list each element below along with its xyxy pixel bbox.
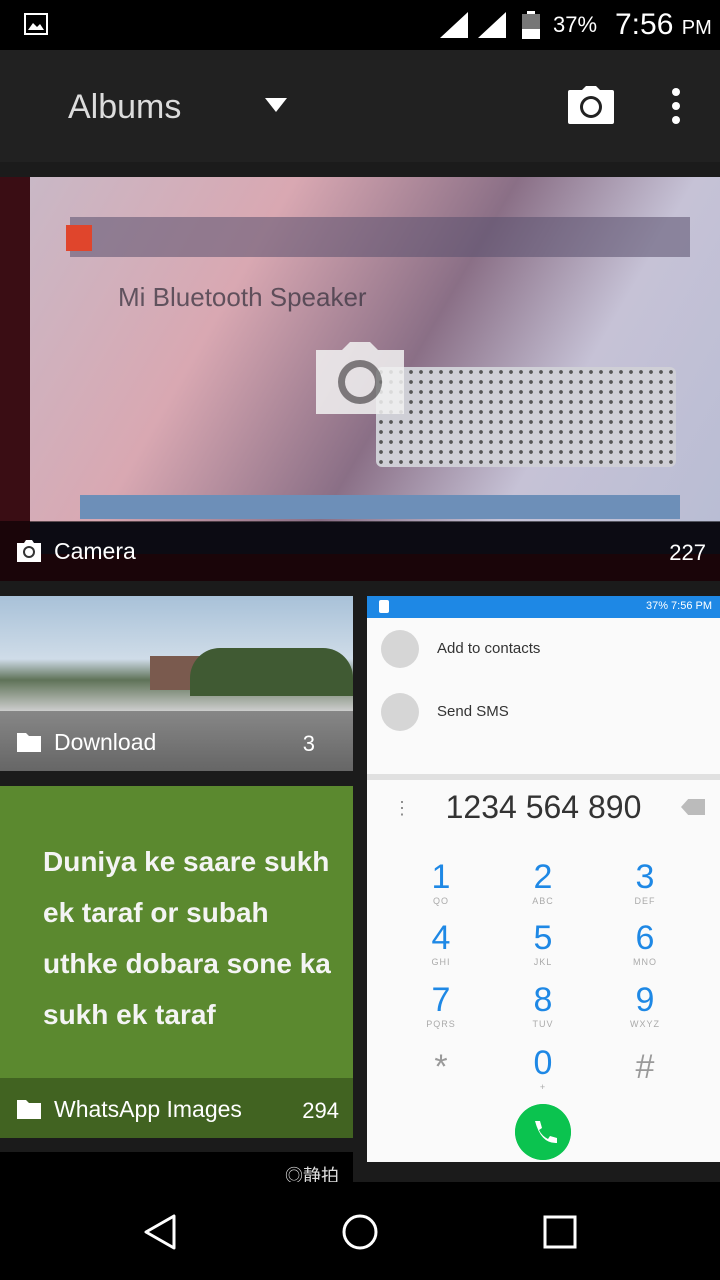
sms-icon xyxy=(381,693,419,731)
status-bar: 37% 7:56 PM xyxy=(0,0,720,50)
dial-key: 5 JKL xyxy=(533,919,553,967)
dialer-action-label: Send SMS xyxy=(437,703,509,720)
folder-icon xyxy=(17,1100,41,1119)
gallery-notification-icon xyxy=(24,13,48,35)
dial-key: * xyxy=(434,1048,448,1086)
album-tile-partial[interactable]: ◎静拍 xyxy=(0,1152,353,1182)
dial-key: 1 QO xyxy=(431,858,451,906)
recents-icon[interactable] xyxy=(540,1212,580,1252)
album-tile-camera[interactable]: Mi Bluetooth Speaker Camera 227 xyxy=(0,177,720,581)
add-contact-icon xyxy=(381,630,419,668)
album-name: WhatsApp Images xyxy=(54,1096,242,1122)
album-caption: Camera 227 xyxy=(0,521,720,581)
dialed-number: 1234 564 890 xyxy=(445,789,642,825)
signal-icon-sim2 xyxy=(478,12,506,38)
signal-icon-sim1 xyxy=(440,12,468,38)
album-tile-download[interactable]: Download 3 xyxy=(0,596,353,771)
thumbnail-quote-text: Duniya ke saare sukh ek taraf or subah u… xyxy=(43,846,331,1030)
thumbnail-heading: Mi Bluetooth Speaker xyxy=(118,282,367,312)
album-view-selector[interactable]: Albums xyxy=(68,88,181,127)
album-count: 3 xyxy=(302,731,315,756)
status-clock: 7:56 PM xyxy=(615,8,712,41)
dial-key: 4 GHI xyxy=(431,919,451,967)
dial-key: 6 MNO xyxy=(633,919,657,967)
battery-percentage: 37% xyxy=(553,12,598,37)
screenshot-thumbnail-dialer[interactable]: 37% 7:56 PM Add to contacts Send SMS ⋮ 1… xyxy=(367,596,720,1182)
album-count: 294 xyxy=(302,1098,339,1123)
dial-key: 0 + xyxy=(533,1044,553,1092)
dial-key: 2 ABC xyxy=(532,858,554,906)
mi-logo xyxy=(66,225,92,251)
action-bar: Albums xyxy=(0,50,720,162)
album-count: 227 xyxy=(669,540,706,565)
album-caption: WhatsApp Images 294 xyxy=(0,1078,353,1138)
camera-overlay-icon xyxy=(316,342,404,414)
more-vert-icon[interactable] xyxy=(666,86,686,126)
album-name: Camera xyxy=(54,538,136,564)
camera-icon xyxy=(17,540,41,562)
album-tile-whatsapp-images[interactable]: Duniya ke saare sukh ek taraf or subah u… xyxy=(0,786,353,1138)
folder-icon xyxy=(17,733,41,752)
battery-icon xyxy=(522,11,540,39)
dial-key: # xyxy=(635,1048,655,1086)
speaker-grille xyxy=(376,367,676,467)
dial-key: 3 DEF xyxy=(634,858,656,906)
dialer-action-label: Add to contacts xyxy=(437,640,541,657)
dial-key: 7 PQRS xyxy=(426,981,456,1029)
dial-key: 8 TUV xyxy=(532,981,554,1029)
dropdown-arrow-icon[interactable] xyxy=(265,98,287,112)
dialer-status-bar: 37% 7:56 PM xyxy=(367,596,720,618)
album-caption: Download 3 xyxy=(0,711,353,771)
call-icon xyxy=(515,1104,571,1160)
dial-key: 9 WXYZ xyxy=(630,981,660,1029)
album-name: Download xyxy=(54,729,157,755)
navigation-bar xyxy=(0,1182,720,1280)
home-icon[interactable] xyxy=(340,1212,380,1252)
camera-icon[interactable] xyxy=(568,86,614,124)
partial-tile-label: ◎静拍 xyxy=(285,1166,339,1182)
back-icon[interactable] xyxy=(140,1212,180,1252)
